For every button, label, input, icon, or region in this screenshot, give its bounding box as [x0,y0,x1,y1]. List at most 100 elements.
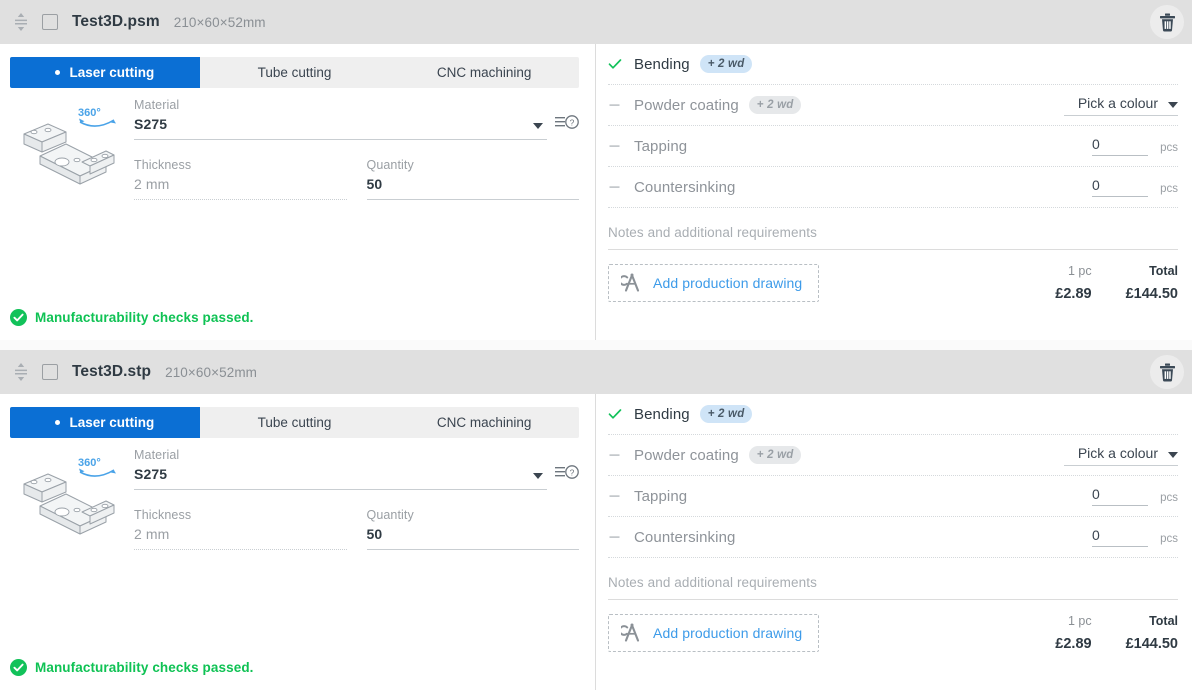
part-select-checkbox[interactable] [42,364,58,380]
tab-cnc-machining[interactable]: CNC machining [389,407,579,438]
delete-part-button[interactable] [1150,5,1184,39]
part-config-pane: Laser cutting Tube cutting CNC machining… [0,44,596,340]
operation-row-countersinking[interactable]: Countersinking 0 pcs [608,167,1178,208]
countersinking-quantity-input[interactable]: 0 [1092,527,1148,547]
operation-control[interactable]: Pick a colour [1064,95,1178,116]
lead-time-badge: + 2 wd [699,55,753,73]
card-footer: Add production drawing 1 pc £2.89 Total … [608,250,1178,318]
quantity-label: Quantity [366,508,414,522]
tapping-quantity-input[interactable]: 0 [1092,486,1148,506]
part-file-name: Test3D.psm [72,13,160,30]
thickness-quantity-row: Thickness 2 mm Quantity 50 [134,158,579,200]
operation-row-bending[interactable]: Bending + 2 wd [608,44,1178,85]
svg-text:360°: 360° [78,457,101,469]
thickness-value: 2 mm [134,526,170,542]
colour-picker-underline [1064,464,1178,466]
operation-row-tapping[interactable]: Tapping 0 pcs [608,476,1178,517]
operation-control[interactable]: 0 pcs [1092,486,1178,506]
thickness-label: Thickness [134,158,192,172]
part-card: Test3D.stp 210×60×52mm Laser cutting Tub… [0,350,1192,690]
countersinking-quantity-value: 0 [1092,527,1100,543]
operation-control[interactable]: 0 pcs [1092,177,1178,197]
operation-row-bending[interactable]: Bending + 2 wd [608,394,1178,435]
drag-handle-icon[interactable] [8,359,34,385]
tapping-quantity-underline [1092,505,1148,506]
colour-picker[interactable]: Pick a colour [1064,445,1178,466]
tab-label: Tube cutting [257,65,332,80]
manufacturability-text: Manufacturability checks passed. [35,310,254,325]
colour-picker-label-wrap: Pick a colour [1064,95,1178,111]
operation-control[interactable]: Pick a colour [1064,445,1178,466]
total-price-block: Total £144.50 [1126,264,1178,302]
quantity-underline [366,199,579,200]
tab-cnc-machining[interactable]: CNC machining [389,57,579,88]
countersinking-quantity-input[interactable]: 0 [1092,177,1148,197]
part-select-checkbox[interactable] [42,14,58,30]
total-price-label: Total [1149,264,1178,278]
material-field[interactable]: Material S275 [134,98,547,140]
operation-control[interactable]: 0 pcs [1092,527,1178,547]
material-help-icon[interactable]: ? [555,114,579,135]
part-dimensions: 210×60×52mm [165,364,258,380]
rotate-360-icon[interactable]: 360° [76,104,120,130]
quantity-field[interactable]: Quantity 50 [366,508,579,550]
tab-label: Laser cutting [69,415,155,430]
tab-laser-cutting[interactable]: Laser cutting [10,57,200,88]
svg-text:360°: 360° [78,107,101,119]
process-tabs: Laser cutting Tube cutting CNC machining [10,57,579,88]
notes-input[interactable]: Notes and additional requirements [608,208,1178,250]
part-viewer[interactable]: 360° [10,98,122,200]
operation-name: Countersinking [634,178,736,196]
colour-picker[interactable]: Pick a colour [1064,95,1178,116]
operation-row-powder-coating[interactable]: Powder coating + 2 wd Pick a colour [608,85,1178,126]
material-help-icon[interactable]: ? [555,464,579,485]
price-totals: 1 pc £2.89 Total £144.50 [1055,614,1178,652]
card-separator [0,340,1192,350]
lead-time-badge: + 2 wd [748,446,802,464]
tapping-unit: pcs [1160,492,1178,504]
operation-row-tapping[interactable]: Tapping 0 pcs [608,126,1178,167]
drafting-compass-icon [621,273,640,292]
unit-price-block: 1 pc £2.89 [1055,614,1091,652]
add-production-drawing-button[interactable]: Add production drawing [608,264,820,302]
dash-icon [608,181,634,193]
countersinking-quantity-underline [1092,546,1148,547]
quantity-value: 50 [366,176,383,192]
notes-input[interactable]: Notes and additional requirements [608,558,1178,600]
operation-name: Tapping [634,487,688,505]
chevron-down-icon[interactable] [533,123,543,129]
tab-tube-cutting[interactable]: Tube cutting [199,57,390,88]
thickness-underline [134,549,347,550]
countersinking-unit: pcs [1160,533,1178,545]
quantity-field[interactable]: Quantity 50 [366,158,579,200]
chevron-down-icon[interactable] [1168,451,1178,458]
material-field[interactable]: Material S275 [134,448,547,490]
tab-tube-cutting[interactable]: Tube cutting [199,407,390,438]
part-details-row: 360° Material S275 ? Thickness 2 mm Quan… [0,88,595,200]
countersinking-quantity-value: 0 [1092,177,1100,193]
chevron-down-icon[interactable] [1168,101,1178,108]
drag-handle-icon[interactable] [8,9,34,35]
colour-picker-label: Pick a colour [1077,444,1158,461]
svg-text:?: ? [570,117,575,127]
part-dimensions: 210×60×52mm [173,14,266,30]
unit-price-value: £2.89 [1055,286,1092,302]
tab-laser-cutting[interactable]: Laser cutting [10,407,200,438]
material-underline [134,489,547,490]
delete-part-button[interactable] [1150,355,1184,389]
tapping-quantity-input[interactable]: 0 [1092,136,1148,156]
material-label: Material [134,98,180,112]
quantity-underline [366,549,579,550]
part-viewer[interactable]: 360° [10,448,122,550]
card-footer: Add production drawing 1 pc £2.89 Total … [608,600,1178,668]
part-card-body: Laser cutting Tube cutting CNC machining… [0,44,1192,340]
operation-row-countersinking[interactable]: Countersinking 0 pcs [608,517,1178,558]
part-fields: Material S275 ? Thickness 2 mm Quantity … [122,98,579,200]
chevron-down-icon[interactable] [533,473,543,479]
rotate-360-icon[interactable]: 360° [76,454,120,480]
operation-control[interactable]: 0 pcs [1092,136,1178,156]
drafting-compass-icon [621,623,640,642]
total-price-value: £144.50 [1125,286,1178,302]
operation-row-powder-coating[interactable]: Powder coating + 2 wd Pick a colour [608,435,1178,476]
add-production-drawing-button[interactable]: Add production drawing [608,614,820,652]
